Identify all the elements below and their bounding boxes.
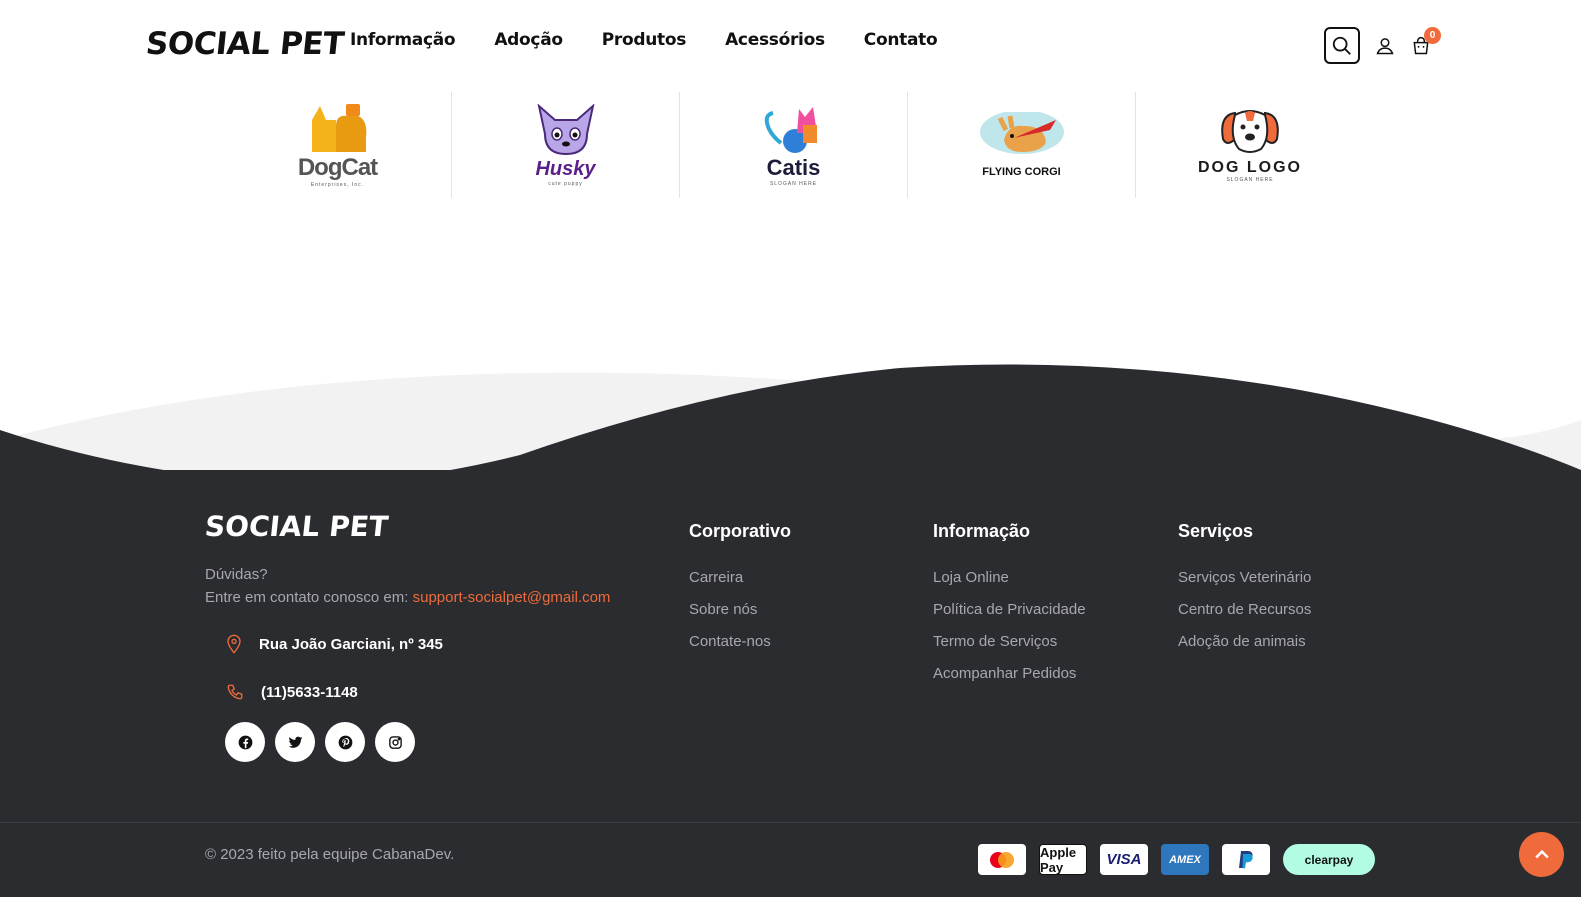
pinterest-icon — [338, 735, 352, 749]
brand-logo-dogcat[interactable]: DogCat Enterprises, Inc. — [224, 92, 452, 198]
cart-button[interactable]: 0 — [1408, 26, 1441, 64]
footer-address: Rua João Garciani, nº 345 — [226, 634, 443, 654]
dog-mascot-icon — [1221, 110, 1279, 153]
footer-col-corporativo: Corporativo Carreira Sobre nós Contate-n… — [689, 521, 791, 665]
brand-name: Husky — [535, 157, 596, 180]
nav-item-produtos[interactable]: Produtos — [602, 30, 687, 50]
chevron-up-icon — [1534, 849, 1549, 858]
header-actions: 0 — [1324, 26, 1441, 64]
brand-tagline: SLOGAN HERE — [769, 181, 818, 187]
twitter-link[interactable] — [275, 722, 315, 762]
phone-text[interactable]: (11)5633-1148 — [261, 684, 358, 701]
site-logo[interactable]: SOCIAL PET — [144, 26, 345, 62]
footer-link-termos[interactable]: Termo de Serviços — [933, 633, 1086, 665]
address-text: Rua João Garciani, nº 345 — [259, 635, 443, 653]
footer-col-informacao: Informação Loja Online Política de Priva… — [933, 521, 1086, 697]
husky-mascot-icon — [537, 103, 594, 155]
footer-logo[interactable]: SOCIAL PET — [203, 510, 389, 543]
apple-pay-icon: Apple Pay — [1039, 844, 1087, 875]
brand-logo-dog-logo[interactable]: DOG LOGO SLOGAN HERE — [1136, 92, 1364, 198]
search-button[interactable] — [1324, 27, 1360, 64]
scroll-to-top-button[interactable] — [1519, 832, 1564, 877]
footer-link-pedidos[interactable]: Acompanhar Pedidos — [933, 665, 1086, 697]
mastercard-icon — [978, 844, 1026, 875]
nav-item-acessorios[interactable]: Acessórios — [725, 30, 825, 50]
dogcat-mascot-icon — [311, 104, 366, 152]
facebook-link[interactable] — [225, 722, 265, 762]
facebook-icon — [238, 735, 252, 749]
footer-link-contate-nos[interactable]: Contate-nos — [689, 633, 791, 665]
support-email-link[interactable]: support-socialpet@gmail.com — [413, 589, 611, 606]
nav-item-informacao[interactable]: Informação — [350, 30, 456, 50]
footer-link-veterinario[interactable]: Serviços Veterinário — [1178, 569, 1311, 601]
nav-item-contato[interactable]: Contato — [864, 30, 938, 50]
footer-link-adocao[interactable]: Adoção de animais — [1178, 633, 1311, 665]
twitter-icon — [288, 736, 302, 748]
footer-question: Dúvidas? — [205, 566, 268, 583]
amex-label: AMEX — [1169, 853, 1201, 866]
account-button[interactable] — [1372, 28, 1398, 64]
footer-contact-text: Entre em contato conosco em: support-soc… — [205, 589, 610, 606]
brand-name: DOG LOGO — [1198, 159, 1302, 176]
user-icon — [1376, 37, 1394, 54]
clearpay-label: clearpay — [1304, 852, 1354, 867]
clearpay-icon: clearpay — [1283, 844, 1375, 875]
apple-pay-label: Apple Pay — [1040, 844, 1077, 875]
instagram-link[interactable] — [375, 722, 415, 762]
pinterest-link[interactable] — [325, 722, 365, 762]
visa-label: VISA — [1106, 851, 1142, 868]
brand-logos-strip: DogCat Enterprises, Inc. Husky cute pupp… — [224, 92, 1364, 200]
payment-methods: Apple Pay VISA AMEX clearpay — [978, 844, 1375, 875]
footer-col-title: Informação — [933, 521, 1031, 541]
brand-logo-flying-corgi[interactable]: FLYING CORGI — [908, 92, 1136, 198]
footer-col-title: Serviços — [1178, 521, 1254, 541]
phone-icon — [227, 684, 243, 700]
search-icon — [1332, 36, 1351, 55]
amex-icon: AMEX — [1161, 844, 1209, 875]
footer-link-recursos[interactable]: Centro de Recursos — [1178, 601, 1311, 633]
social-links — [225, 722, 415, 762]
brand-tagline: SLOGAN HERE — [1226, 177, 1274, 183]
catis-mascot-icon — [764, 107, 817, 153]
contact-prefix: Entre em contato conosco em: — [205, 589, 413, 606]
nav-item-adocao[interactable]: Adoção — [494, 30, 563, 50]
copyright-text: © 2023 feito pela equipe CabanaDev. — [205, 846, 455, 863]
footer-col-servicos: Serviços Serviços Veterinário Centro de … — [1178, 521, 1311, 665]
footer-phone: (11)5633-1148 — [226, 683, 358, 701]
cart-count-badge: 0 — [1424, 26, 1441, 44]
brand-logo-husky[interactable]: Husky cute puppy — [452, 92, 680, 198]
brand-name: Catis — [766, 155, 821, 180]
main-nav: Informação Adoção Produtos Acessórios Co… — [350, 30, 938, 50]
brand-tagline: Enterprises, Inc. — [310, 182, 365, 188]
brand-name: FLYING CORGI — [982, 166, 1061, 178]
corgi-mascot-icon — [979, 112, 1064, 154]
paypal-icon — [1222, 844, 1270, 875]
brand-name: DogCat — [297, 154, 378, 181]
instagram-icon — [388, 735, 402, 749]
footer-link-sobre-nos[interactable]: Sobre nós — [689, 601, 791, 633]
footer-link-loja-online[interactable]: Loja Online — [933, 569, 1086, 601]
location-pin-icon — [227, 634, 241, 654]
footer-divider — [0, 822, 1581, 823]
brand-logo-catis[interactable]: Catis SLOGAN HERE — [680, 92, 908, 198]
footer-link-privacidade[interactable]: Política de Privacidade — [933, 601, 1086, 633]
footer-link-carreira[interactable]: Carreira — [689, 569, 791, 601]
brand-tagline: cute puppy — [548, 180, 583, 187]
visa-icon: VISA — [1100, 844, 1148, 875]
footer-col-title: Corporativo — [689, 521, 792, 541]
site-header: SOCIAL PET Informação Adoção Produtos Ac… — [0, 0, 1581, 92]
